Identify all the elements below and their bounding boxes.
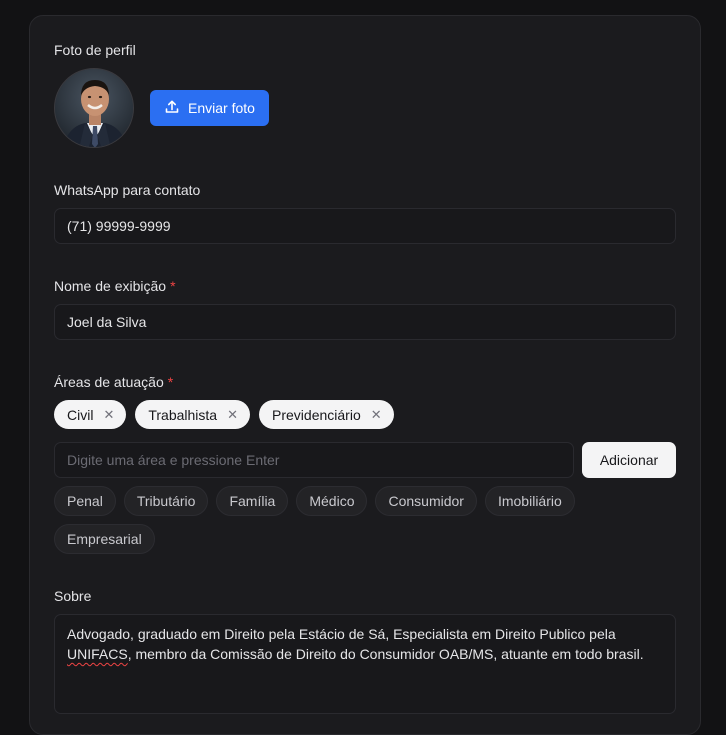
area-chip-label: Trabalhista: [148, 406, 218, 423]
display-name-label-text: Nome de exibição: [54, 278, 167, 294]
profile-photo-label: Foto de perfil: [54, 42, 136, 58]
required-mark: *: [170, 278, 176, 294]
area-chip: Civil ✕: [54, 400, 127, 429]
whatsapp-input-value: (71) 99999-9999: [67, 218, 171, 234]
suggestion-chip[interactable]: Consumidor: [375, 486, 477, 516]
close-icon[interactable]: ✕: [103, 407, 114, 423]
about-textarea[interactable]: Advogado, graduado em Direito pela Estác…: [54, 614, 676, 714]
about-text-part: Advogado, graduado em Direito pela Estác…: [67, 626, 616, 642]
whatsapp-label: WhatsApp para contato: [54, 182, 201, 198]
about-label: Sobre: [54, 588, 92, 604]
spellcheck-flagged-word: UNIFACS: [67, 646, 128, 662]
suggestion-chip[interactable]: Tributário: [123, 486, 209, 516]
area-chip: Previdenciário ✕: [259, 400, 394, 429]
close-icon[interactable]: ✕: [227, 407, 238, 423]
area-suggestions-row2: Empresarial: [54, 524, 155, 554]
suggestion-chip[interactable]: Penal: [54, 486, 116, 516]
display-name-input-value: Joel da Silva: [67, 314, 147, 330]
area-chip-label: Previdenciário: [272, 406, 361, 423]
area-chip: Trabalhista ✕: [135, 400, 251, 429]
about-text-part: , membro da Comissão de Direito do Consu…: [127, 646, 644, 662]
avatar: [54, 68, 134, 148]
suggestion-chip[interactable]: Imobiliário: [484, 486, 575, 516]
upload-photo-button[interactable]: Enviar foto: [150, 90, 269, 126]
areas-label: Áreas de atuação *: [54, 374, 173, 390]
area-chip-label: Civil: [67, 406, 94, 423]
display-name-label: Nome de exibição *: [54, 278, 176, 294]
area-suggestions: Penal Tributário Família Médico Consumid…: [54, 486, 575, 516]
suggestion-chip[interactable]: Empresarial: [54, 524, 155, 554]
upload-photo-button-label: Enviar foto: [188, 100, 255, 116]
selected-areas: Civil ✕ Trabalhista ✕ Previdenciário ✕: [54, 400, 394, 429]
areas-label-text: Áreas de atuação: [54, 374, 164, 390]
suggestion-chip[interactable]: Médico: [296, 486, 368, 516]
required-mark: *: [167, 374, 174, 390]
display-name-input[interactable]: Joel da Silva: [54, 304, 676, 340]
add-area-button[interactable]: Adicionar: [582, 442, 676, 478]
upload-icon: [164, 99, 180, 118]
area-input-placeholder: Digite uma área e pressione Enter: [67, 452, 280, 468]
area-input[interactable]: Digite uma área e pressione Enter: [54, 442, 574, 478]
whatsapp-input[interactable]: (71) 99999-9999: [54, 208, 676, 244]
suggestion-chip[interactable]: Família: [216, 486, 289, 516]
close-icon[interactable]: ✕: [371, 407, 382, 423]
